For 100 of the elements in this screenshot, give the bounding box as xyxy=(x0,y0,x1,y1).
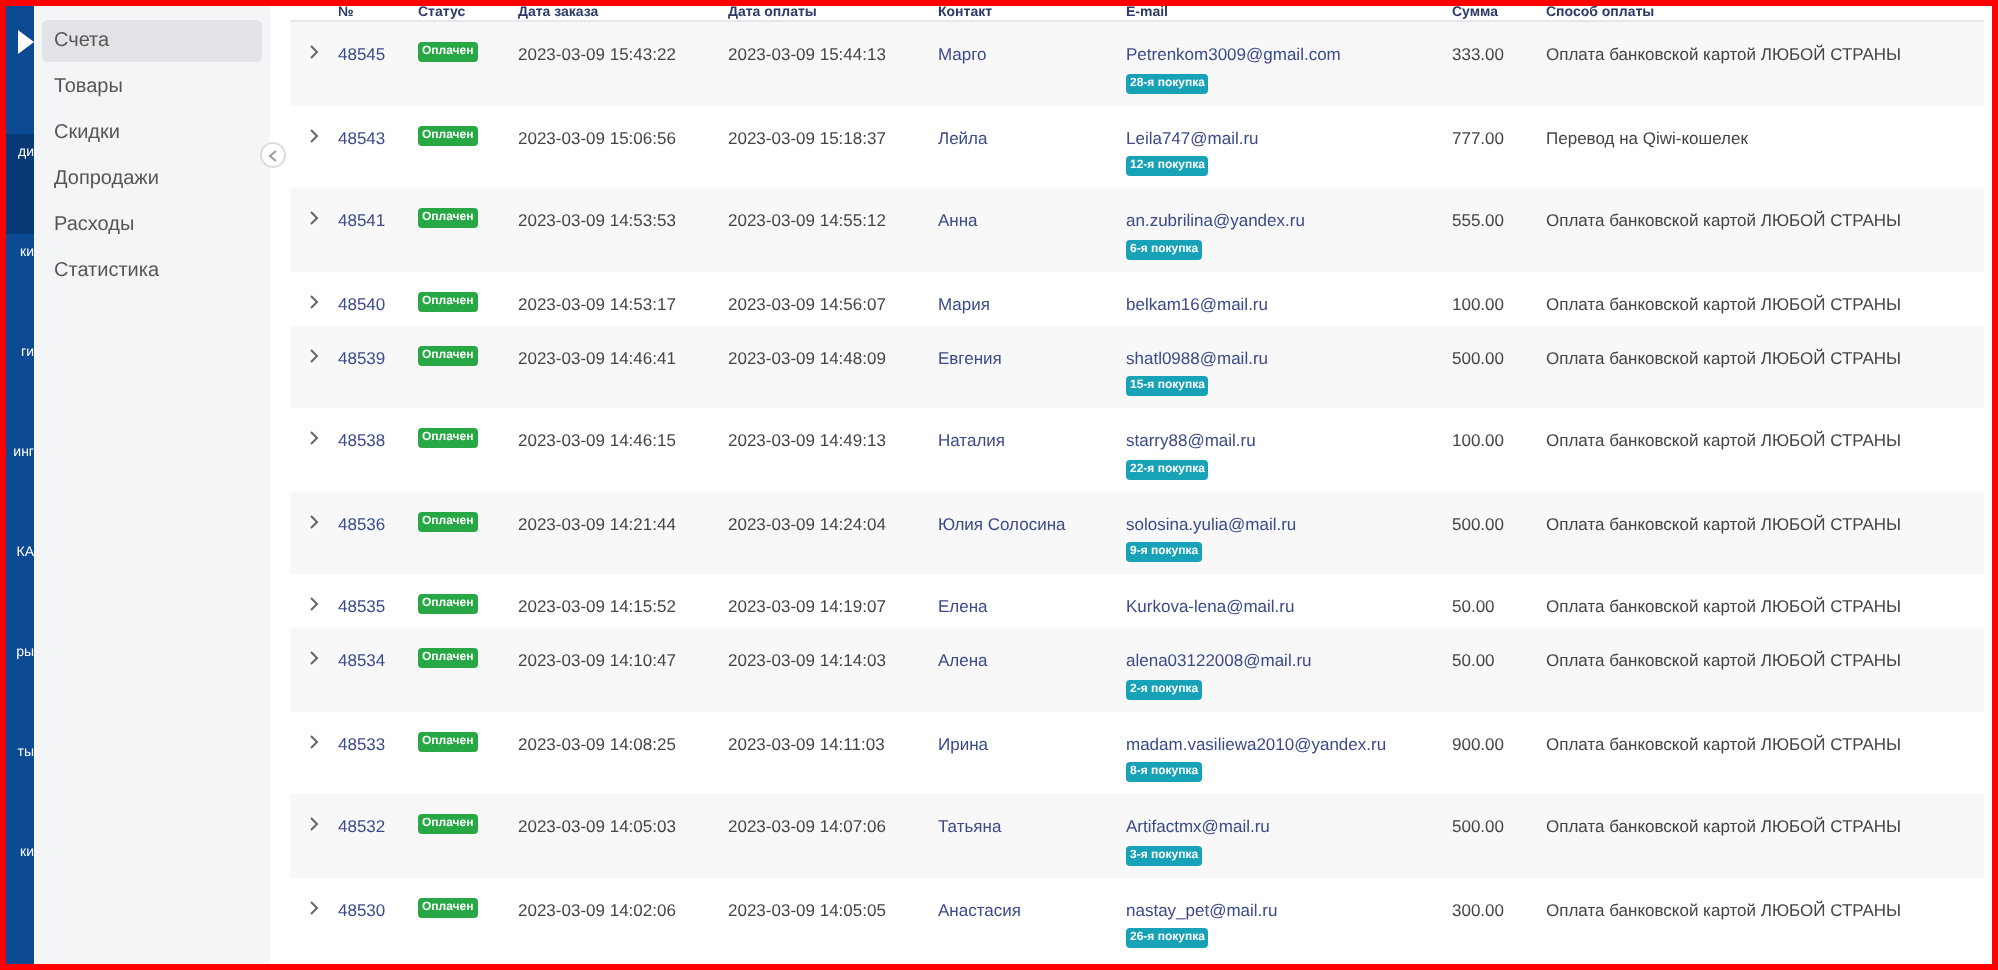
payment-method: Оплата банковской картой ЛЮБОЙ СТРАНЫ xyxy=(1546,731,1904,757)
order-date: 2023-03-09 14:46:41 xyxy=(518,345,678,371)
contact-name: Наталия xyxy=(938,428,1008,454)
email-text: starry88@mail.ru xyxy=(1126,428,1256,454)
contact-name: Татьяна xyxy=(938,814,1004,840)
payment-method: Оплата банковской картой ЛЮБОЙ СТРАНЫ xyxy=(1546,648,1904,674)
payment-date: 2023-03-09 14:48:09 xyxy=(728,345,888,371)
expand-chevron-icon[interactable] xyxy=(308,430,320,446)
payment-method: Оплата банковской картой ЛЮБОЙ СТРАНЫ xyxy=(1546,291,1904,317)
payment-method: Оплата банковской картой ЛЮБОЙ СТРАНЫ xyxy=(1546,428,1904,454)
payment-date: 2023-03-09 14:24:04 xyxy=(728,511,888,537)
amount: 100.00 xyxy=(1452,428,1506,454)
sidebar-item[interactable]: Статистика xyxy=(42,250,262,292)
order-number-link[interactable]: 48539 xyxy=(338,345,418,371)
contact-name: Марго xyxy=(938,42,989,68)
order-number-link[interactable]: 48534 xyxy=(338,648,418,674)
expand-chevron-icon[interactable] xyxy=(308,44,320,60)
order-number-link[interactable]: 48533 xyxy=(338,731,418,757)
order-date: 2023-03-09 14:02:06 xyxy=(518,897,678,923)
amount: 900.00 xyxy=(1452,731,1506,757)
amount: 500.00 xyxy=(1452,345,1506,371)
payment-method: Оплата банковской картой ЛЮБОЙ СТРАНЫ xyxy=(1546,897,1904,923)
contact-name: Анна xyxy=(938,208,980,234)
amount: 50.00 xyxy=(1452,648,1497,674)
contact-name: Анастасия xyxy=(938,897,1023,923)
contact-name: Ирина xyxy=(938,731,991,757)
order-number-link[interactable]: 48543 xyxy=(338,125,418,151)
payment-date: 2023-03-09 14:14:03 xyxy=(728,648,888,674)
sidebar-item[interactable]: Расходы xyxy=(42,204,262,246)
expand-chevron-icon[interactable] xyxy=(308,596,320,612)
payment-method: Оплата банковской картой ЛЮБОЙ СТРАНЫ xyxy=(1546,208,1904,234)
payment-method: Оплата банковской картой ЛЮБОЙ СТРАНЫ xyxy=(1546,345,1904,371)
email-text: madam.vasiliewa2010@yandex.ru xyxy=(1126,731,1387,757)
order-number-link[interactable]: 48532 xyxy=(338,814,418,840)
amount: 333.00 xyxy=(1452,42,1506,68)
payment-date: 2023-03-09 14:11:03 xyxy=(728,731,887,757)
order-date: 2023-03-09 14:53:53 xyxy=(518,208,678,234)
expand-chevron-icon[interactable] xyxy=(308,513,320,529)
payment-method: Оплата банковской картой ЛЮБОЙ СТРАНЫ xyxy=(1546,814,1904,840)
sidebar-item[interactable]: Товары xyxy=(42,66,262,108)
email-text: alena03122008@mail.ru xyxy=(1126,648,1312,674)
amount: 100.00 xyxy=(1452,291,1506,317)
email-text: belkam16@mail.ru xyxy=(1126,291,1268,317)
order-date: 2023-03-09 14:21:44 xyxy=(518,511,678,537)
payment-method: Оплата банковской картой ЛЮБОЙ СТРАНЫ xyxy=(1546,511,1904,537)
expand-chevron-icon[interactable] xyxy=(308,127,320,143)
email-text: Kurkova-lena@mail.ru xyxy=(1126,594,1295,620)
order-number-link[interactable]: 48541 xyxy=(338,208,418,234)
order-number-link[interactable]: 48535 xyxy=(338,594,418,620)
payment-method: Оплата банковской картой ЛЮБОЙ СТРАНЫ xyxy=(1546,594,1904,620)
payment-method: Перевод на Qiwi-кошелек xyxy=(1546,125,1750,151)
payment-date: 2023-03-09 14:07:06 xyxy=(728,814,888,840)
contact-name: Алена xyxy=(938,648,990,674)
email-text: Artifactmx@mail.ru xyxy=(1126,814,1270,840)
amount: 777.00 xyxy=(1452,125,1506,151)
email-text: nastay_pet@mail.ru xyxy=(1126,897,1278,923)
contact-name: Лейла xyxy=(938,125,990,151)
order-number-link[interactable]: 48540 xyxy=(338,291,418,317)
order-number-link[interactable]: 48538 xyxy=(338,428,418,454)
order-date: 2023-03-09 14:10:47 xyxy=(518,648,678,674)
payment-date: 2023-03-09 14:19:07 xyxy=(728,594,888,620)
payment-date: 2023-03-09 14:56:07 xyxy=(728,291,888,317)
sidebar-item[interactable]: Счета xyxy=(42,20,262,62)
email-text: solosina.yulia@mail.ru xyxy=(1126,511,1297,537)
expand-chevron-icon[interactable] xyxy=(308,816,320,832)
expand-chevron-icon[interactable] xyxy=(308,650,320,666)
sidebar-item[interactable]: Допродажи xyxy=(42,158,262,200)
contact-name: Юлия Солосина xyxy=(938,511,1068,537)
payment-date: 2023-03-09 14:05:05 xyxy=(728,897,888,923)
expand-chevron-icon[interactable] xyxy=(308,210,320,226)
expand-chevron-icon[interactable] xyxy=(308,733,320,749)
email-text: Petrenkom3009@gmail.com xyxy=(1126,42,1341,68)
amount: 500.00 xyxy=(1452,814,1506,840)
amount: 50.00 xyxy=(1452,594,1497,620)
order-number-link[interactable]: 48536 xyxy=(338,511,418,537)
order-date: 2023-03-09 14:05:03 xyxy=(518,814,678,840)
sidebar-item[interactable]: Скидки xyxy=(42,112,262,154)
contact-name: Мария xyxy=(938,291,992,317)
order-date: 2023-03-09 14:08:25 xyxy=(518,731,678,757)
payment-date: 2023-03-09 15:44:13 xyxy=(728,42,888,68)
expand-chevron-icon[interactable] xyxy=(308,293,320,309)
expand-chevron-icon[interactable] xyxy=(308,899,320,915)
chevron-left-icon xyxy=(268,149,278,161)
amount: 500.00 xyxy=(1452,511,1506,537)
payment-date: 2023-03-09 14:55:12 xyxy=(728,208,888,234)
order-date: 2023-03-09 15:06:56 xyxy=(518,125,678,151)
order-date: 2023-03-09 14:46:15 xyxy=(518,428,678,454)
expand-chevron-icon[interactable] xyxy=(308,347,320,363)
amount: 555.00 xyxy=(1452,208,1506,234)
order-date: 2023-03-09 14:53:17 xyxy=(518,291,678,317)
collapse-button[interactable] xyxy=(260,142,286,168)
contact-name: Елена xyxy=(938,594,990,620)
email-text: Leila747@mail.ru xyxy=(1126,125,1259,151)
email-text: shatl0988@mail.ru xyxy=(1126,345,1268,371)
order-number-link[interactable]: 48530 xyxy=(338,897,418,923)
payment-date: 2023-03-09 14:49:13 xyxy=(728,428,888,454)
order-date: 2023-03-09 15:43:22 xyxy=(518,42,678,68)
order-date: 2023-03-09 14:15:52 xyxy=(518,594,678,620)
order-number-link[interactable]: 48545 xyxy=(338,42,418,68)
payment-method: Оплата банковской картой ЛЮБОЙ СТРАНЫ xyxy=(1546,42,1904,68)
